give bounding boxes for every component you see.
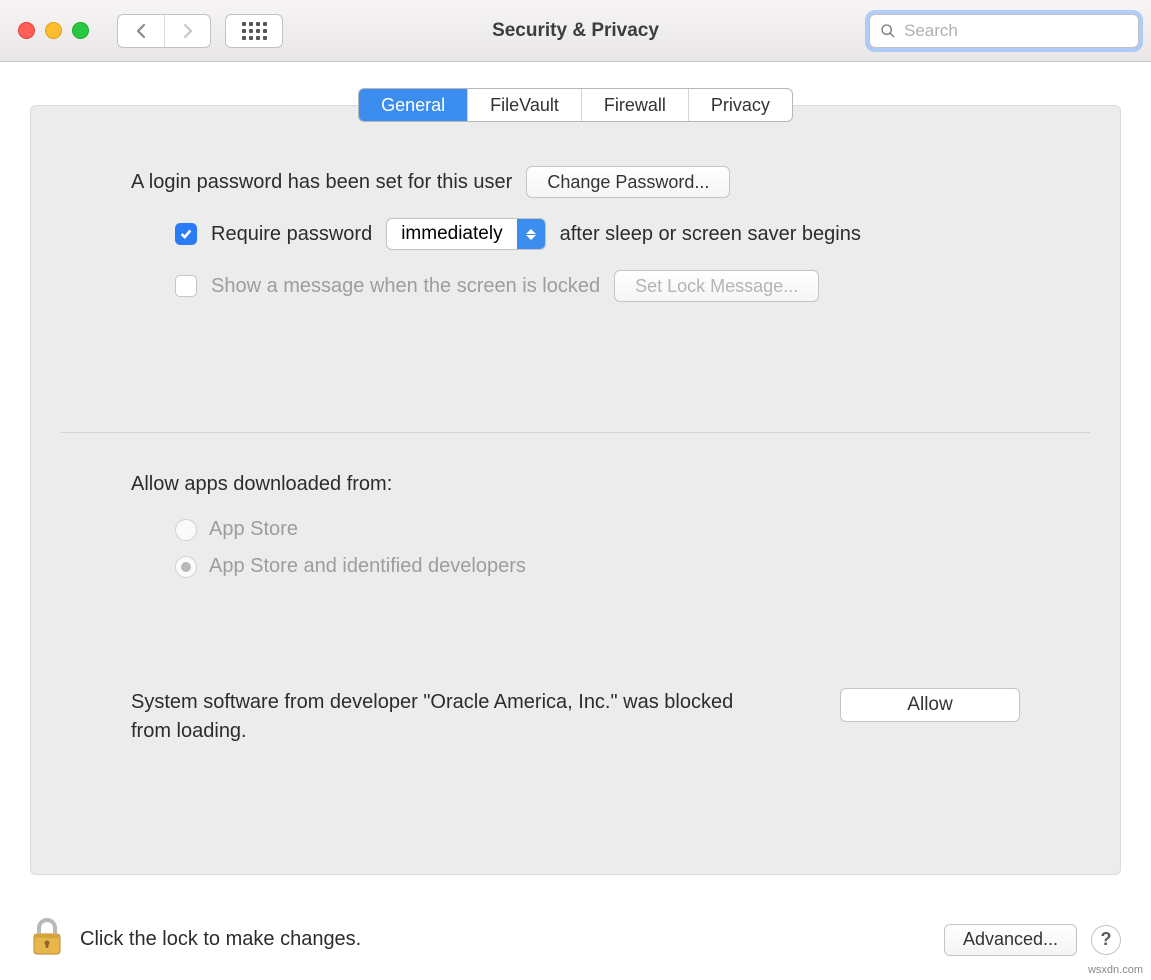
traffic-lights <box>18 22 89 39</box>
close-window-button[interactable] <box>18 22 35 39</box>
window-title: Security & Privacy <box>492 20 659 42</box>
back-button[interactable] <box>118 15 164 47</box>
blocked-software-row: System software from developer "Oracle A… <box>131 688 1020 746</box>
minimize-window-button[interactable] <box>45 22 62 39</box>
chevron-left-icon <box>135 23 147 39</box>
lock-hint-text: Click the lock to make changes. <box>80 928 361 951</box>
radio-app-store-row: App Store <box>175 518 1020 541</box>
tabs-row: General FileVault Firewall Privacy <box>30 88 1121 122</box>
checkmark-icon <box>179 227 193 241</box>
show-all-button[interactable] <box>225 14 283 48</box>
radio-app-store-dev-row: App Store and identified developers <box>175 555 1020 578</box>
set-lock-message-button: Set Lock Message... <box>614 270 819 302</box>
select-value: immediately <box>387 223 516 245</box>
select-arrows-icon <box>517 219 545 249</box>
require-password-checkbox[interactable] <box>175 223 197 245</box>
footer: Click the lock to make changes. Advanced… <box>30 917 1121 962</box>
show-message-checkbox[interactable] <box>175 275 197 297</box>
radio-app-store <box>175 519 197 541</box>
allow-button[interactable]: Allow <box>840 688 1020 722</box>
tab-segmented-control: General FileVault Firewall Privacy <box>358 88 793 122</box>
tab-firewall[interactable]: Firewall <box>582 89 689 121</box>
zoom-window-button[interactable] <box>72 22 89 39</box>
search-icon <box>880 23 896 39</box>
show-message-label: Show a message when the screen is locked <box>211 275 600 298</box>
login-password-label: A login password has been set for this u… <box>131 171 512 194</box>
login-password-row: A login password has been set for this u… <box>131 166 1020 198</box>
search-input[interactable] <box>904 21 1128 41</box>
chevron-right-icon <box>182 23 194 39</box>
after-sleep-label: after sleep or screen saver begins <box>560 223 861 246</box>
blocked-software-text: System software from developer "Oracle A… <box>131 688 771 746</box>
radio-app-store-label: App Store <box>209 518 298 541</box>
titlebar: Security & Privacy <box>0 0 1151 62</box>
tab-general[interactable]: General <box>359 89 468 121</box>
advanced-button[interactable]: Advanced... <box>944 924 1077 956</box>
tab-filevault[interactable]: FileVault <box>468 89 582 121</box>
lock-icon <box>30 917 64 957</box>
radio-app-store-dev-label: App Store and identified developers <box>209 555 526 578</box>
watermark: wsxdn.com <box>1088 964 1143 976</box>
section-divider <box>61 432 1090 433</box>
grid-icon <box>242 22 267 40</box>
require-password-row: Require password immediately after sleep… <box>175 218 1020 250</box>
allow-apps-heading: Allow apps downloaded from: <box>131 473 1020 496</box>
help-button[interactable]: ? <box>1091 925 1121 955</box>
radio-app-store-dev <box>175 556 197 578</box>
require-password-delay-select[interactable]: immediately <box>386 218 545 250</box>
show-message-row: Show a message when the screen is locked… <box>175 270 1020 302</box>
require-password-label: Require password <box>211 223 372 246</box>
nav-buttons <box>117 14 211 48</box>
content-area: General FileVault Firewall Privacy A log… <box>0 62 1151 980</box>
search-field-wrap[interactable] <box>869 14 1139 48</box>
tab-privacy[interactable]: Privacy <box>689 89 792 121</box>
change-password-button[interactable]: Change Password... <box>526 166 730 198</box>
forward-button[interactable] <box>164 15 210 47</box>
general-panel: A login password has been set for this u… <box>30 105 1121 875</box>
lock-button[interactable] <box>30 917 80 962</box>
